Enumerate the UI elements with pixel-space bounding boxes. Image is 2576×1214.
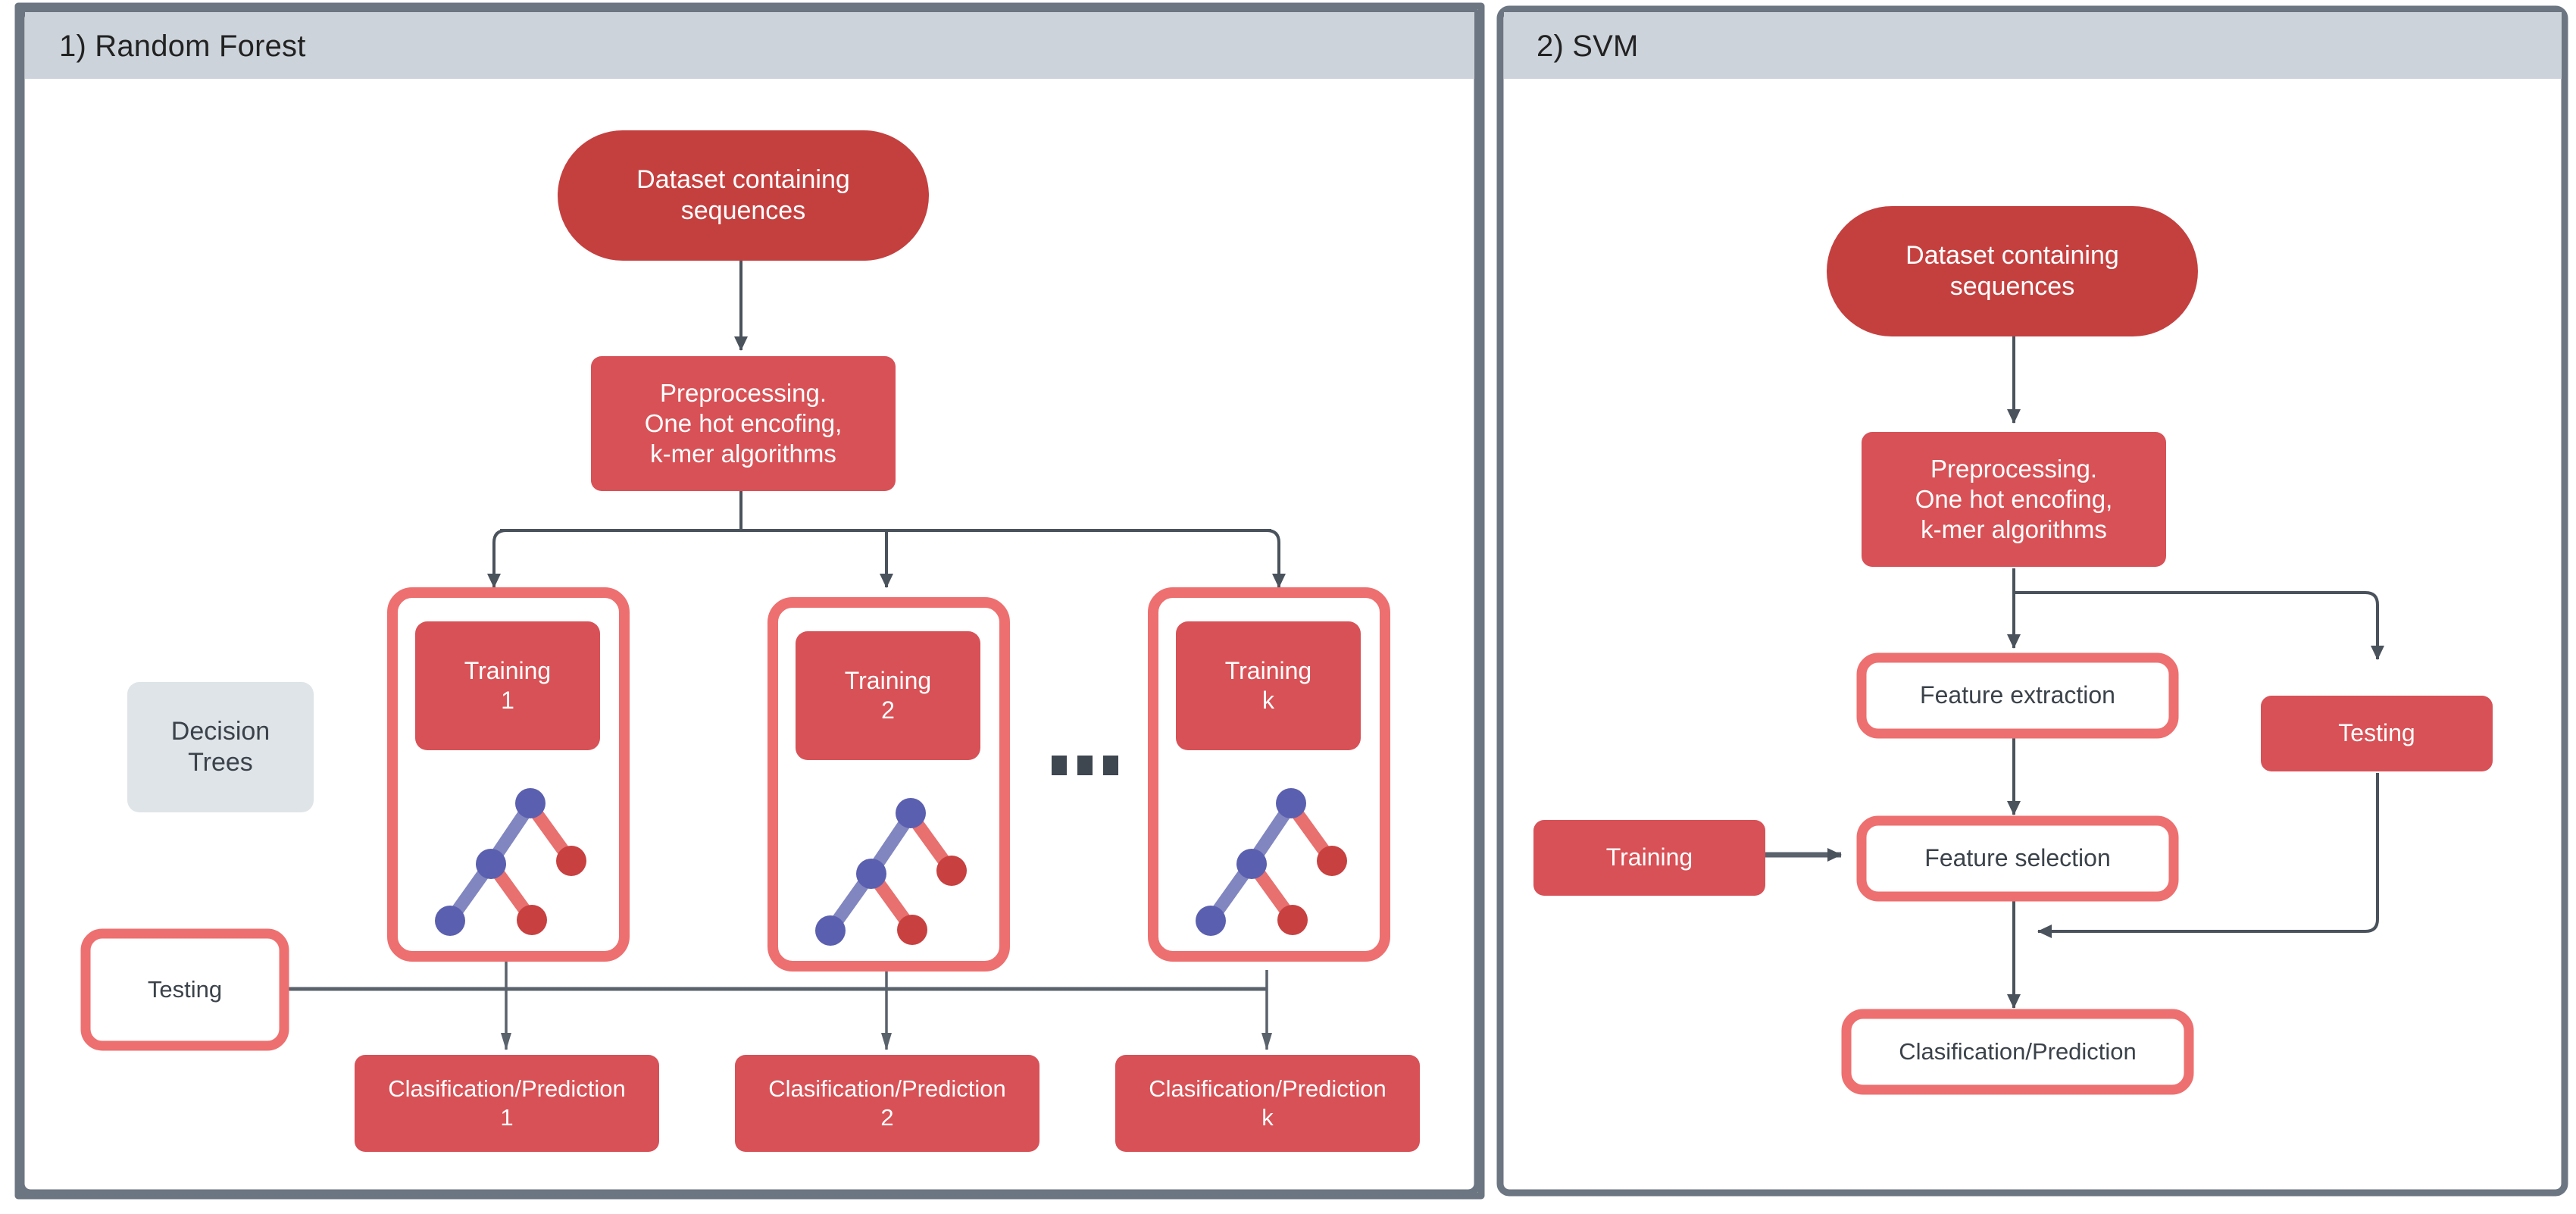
diagram-svg xyxy=(14,2,2568,1200)
rf-prediction-node-3 xyxy=(1115,1055,1420,1152)
rf-testing-node xyxy=(80,928,289,1051)
rf-ellipsis-icon xyxy=(1052,756,1118,775)
rf-training-node-2 xyxy=(796,631,980,760)
svm-feature-extraction-node xyxy=(1856,652,2179,739)
svm-preprocessing-node xyxy=(1862,432,2166,567)
panel-title-random-forest: 1) Random Forest xyxy=(59,30,306,63)
svm-prediction-node xyxy=(1841,1009,2194,1095)
svm-dataset-node xyxy=(1827,206,2198,336)
rf-prediction-node-2 xyxy=(735,1055,1039,1152)
diagram-canvas: 1) Random Forest 2) SVM Dataset containi… xyxy=(0,0,2576,1214)
rf-decision-trees-box xyxy=(127,682,314,812)
rf-training-node-3 xyxy=(1176,621,1361,750)
rf-training-node-1 xyxy=(415,621,600,750)
rf-training-nodes xyxy=(415,621,1361,760)
rf-preprocessing-node xyxy=(591,356,896,491)
svm-feature-selection-node xyxy=(1856,815,2179,902)
rf-dataset-node xyxy=(558,130,929,261)
panel-title-svm: 2) SVM xyxy=(1537,30,1639,63)
rf-prediction-nodes xyxy=(355,1055,1420,1152)
svm-training-node xyxy=(1533,820,1765,896)
rf-prediction-node-1 xyxy=(355,1055,659,1152)
svm-testing-node xyxy=(2261,696,2493,771)
